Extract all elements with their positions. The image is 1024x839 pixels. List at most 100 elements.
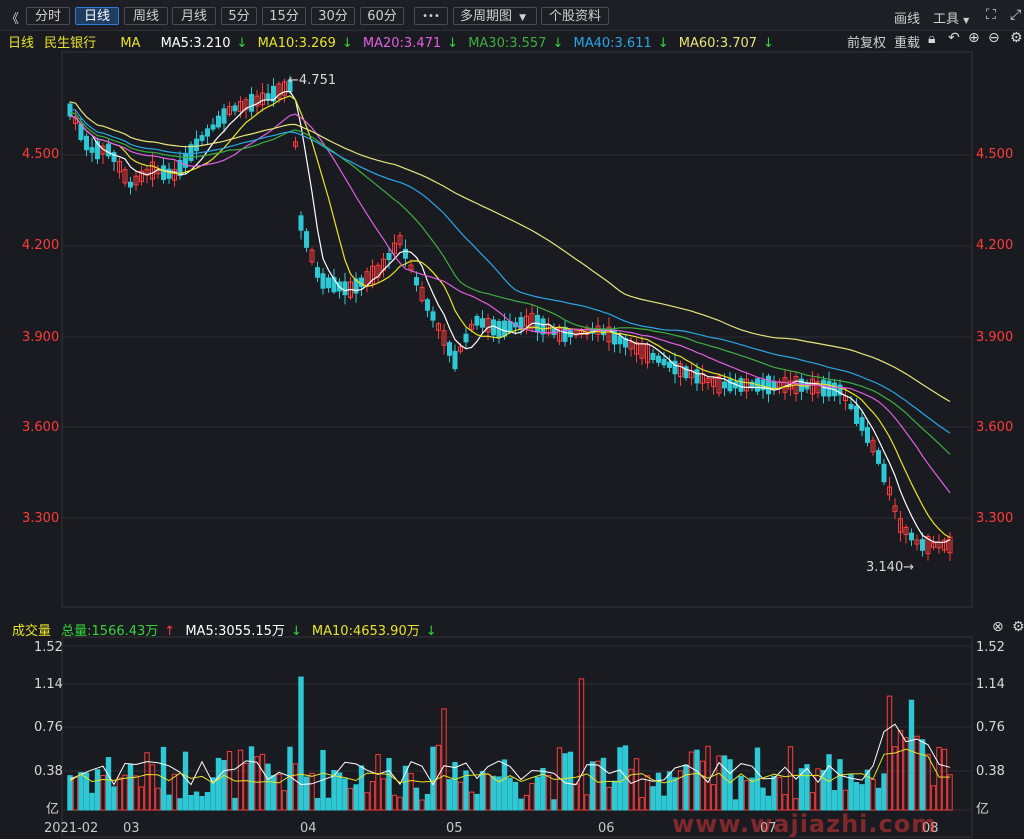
candle — [326, 277, 331, 289]
volume-bar — [831, 790, 838, 811]
candle — [414, 277, 419, 286]
volume-bar — [336, 772, 343, 811]
volume-total: 总量:1566.43万 ↑ — [61, 624, 176, 639]
volume-bar — [727, 759, 733, 811]
volume-tick-right: 0.76 — [976, 720, 1005, 735]
volume-bar — [743, 780, 750, 811]
volume-bar — [138, 786, 145, 811]
candle — [298, 215, 304, 231]
candle — [425, 299, 430, 311]
volume-bar — [903, 737, 909, 811]
volume-bar — [441, 708, 447, 811]
volume-bar — [941, 748, 948, 811]
volume-tick-right: 1.52 — [976, 640, 1005, 655]
volume-bar — [518, 798, 524, 811]
price-tick-right: 3.300 — [976, 511, 1014, 526]
volume-bar — [837, 759, 843, 811]
volume-bar — [105, 756, 112, 811]
volume-bar — [232, 797, 238, 811]
candle — [694, 369, 700, 384]
volume-bar — [265, 763, 271, 811]
candle — [194, 138, 199, 152]
volume-bar — [606, 786, 612, 811]
settings-icon[interactable]: ⚙ — [1012, 619, 1024, 635]
volume-bar — [699, 760, 706, 811]
candle — [342, 281, 348, 296]
candle — [672, 360, 678, 375]
volume-tick-left: 0.76 — [34, 720, 63, 735]
candle — [909, 532, 914, 541]
volume-bar — [595, 760, 601, 811]
price-tick-left: 4.500 — [22, 147, 60, 162]
candle — [430, 311, 436, 321]
candle — [859, 417, 865, 431]
candle — [738, 378, 744, 392]
volume-bar — [133, 775, 139, 811]
volume-unit-right: 亿 — [976, 802, 990, 817]
volume-bar — [545, 774, 552, 811]
volume-ma5: MA5:3055.15万 ↓ — [185, 624, 302, 639]
watermark: www.wajiazhi.com — [672, 810, 938, 838]
candle — [502, 320, 507, 337]
volume-bar — [848, 773, 854, 811]
volume-bar — [512, 781, 519, 811]
volume-bar — [776, 776, 783, 811]
candle — [216, 115, 221, 128]
kline-chart[interactable] — [0, 0, 1024, 839]
volume-bar — [914, 735, 920, 811]
candle — [166, 168, 172, 179]
candle — [89, 147, 95, 153]
volume-bar — [391, 794, 398, 811]
volume-bar — [523, 794, 530, 811]
volume-bar — [507, 777, 513, 811]
volume-tick-right: 0.38 — [976, 764, 1005, 779]
candle — [667, 361, 672, 368]
volume-bar — [688, 751, 695, 811]
candle — [315, 267, 320, 278]
candle — [161, 165, 166, 181]
volume-bar — [342, 778, 348, 811]
volume-bar — [89, 792, 95, 811]
volume-bar — [617, 747, 623, 811]
volume-bar — [534, 776, 541, 811]
ma60-line — [69, 101, 951, 403]
candle — [766, 375, 771, 395]
volume-bar — [419, 799, 425, 811]
volume-bar — [875, 787, 882, 811]
volume-bar — [353, 784, 359, 811]
volume-bar — [171, 773, 178, 811]
date-tick: 03 — [123, 821, 140, 836]
volume-bar — [149, 764, 156, 811]
volume-bar — [529, 782, 535, 811]
volume-bar — [182, 751, 189, 811]
candle — [480, 318, 485, 328]
volume-bar — [892, 746, 898, 811]
volume-bar — [782, 794, 788, 811]
volume-bar — [309, 772, 315, 811]
volume-bar — [199, 795, 205, 811]
volume-bar — [94, 769, 101, 811]
candle — [722, 381, 727, 389]
volume-bar — [666, 771, 673, 811]
candle — [249, 93, 254, 112]
volume-bar — [479, 771, 486, 811]
volume-bar — [661, 795, 667, 811]
volume-bar — [870, 779, 876, 811]
volume-bar — [584, 794, 590, 811]
candle — [661, 358, 667, 366]
date-tick: 05 — [446, 821, 463, 836]
close-icon[interactable]: ⊗ — [992, 619, 1004, 635]
candle — [128, 181, 133, 188]
volume-bar — [463, 770, 469, 811]
volume-bar — [925, 753, 931, 811]
volume-bar — [644, 775, 651, 811]
volume-bar — [430, 746, 436, 811]
volume-bar — [347, 787, 354, 811]
candle — [854, 405, 859, 424]
volume-bar — [446, 779, 453, 811]
volume-bar — [600, 757, 607, 811]
volume-bar — [485, 773, 491, 811]
volume-bar — [215, 757, 222, 811]
ma20-line — [69, 113, 951, 494]
volume-bar — [567, 751, 574, 811]
